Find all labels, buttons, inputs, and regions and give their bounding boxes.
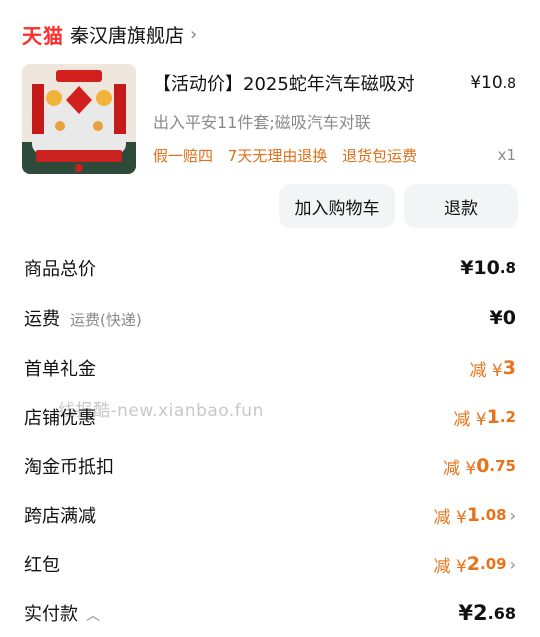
chevron-right-icon[interactable]: › (510, 555, 516, 574)
product-price: ¥10.8 (470, 73, 516, 93)
red-packet-dec: .09 (480, 555, 507, 573)
first-order-value: 减 ¥3 (470, 356, 516, 381)
service-tag-return-shipping: 退货包运费 (342, 147, 418, 165)
paid-label-text: 实付款 (24, 604, 78, 625)
product-price-dec: .8 (502, 76, 516, 92)
shop-discount-prefix: 减 ¥ (453, 409, 487, 430)
add-to-cart-button[interactable]: 加入购物车 (279, 184, 395, 228)
taojinbi-label: 淘金币抵扣 (24, 457, 114, 478)
paid-label[interactable]: 实付款 ︿ (24, 600, 100, 626)
taojinbi-prefix: 减 ¥ (442, 458, 477, 479)
taojinbi-dec: .75 (489, 457, 516, 475)
shipping-label: 运费 运费(快递) (24, 305, 142, 331)
first-order-prefix: 减 ¥ (469, 360, 503, 381)
product-spec: 出入平安11件套;磁吸汽车对联 (153, 113, 371, 132)
taojinbi-value: 减 ¥0.75 (443, 454, 516, 479)
red-packet-row[interactable]: 红包 减 ¥2.09 › (24, 549, 516, 579)
quantity: x1 (497, 146, 516, 164)
refund-button[interactable]: 退款 (404, 184, 518, 228)
first-order-amount: 3 (502, 357, 516, 379)
cross-shop-label: 跨店满减 (24, 506, 96, 527)
red-packet-label: 红包 (24, 555, 60, 576)
goods-total-int: ¥10 (460, 257, 500, 279)
shop-discount-dec: .2 (499, 408, 516, 426)
shipping-label-text: 运费 (24, 309, 60, 330)
red-packet-prefix: 减 ¥ (433, 556, 467, 577)
paid-dec: .68 (487, 603, 516, 623)
product-image-icon (22, 64, 136, 174)
shop-discount-label: 店铺优惠 (24, 408, 96, 429)
cross-shop-value[interactable]: 减 ¥1.08 › (434, 503, 516, 528)
store-header[interactable]: 天猫 秦汉唐旗舰店 › (22, 18, 197, 50)
chevron-right-icon[interactable]: › (190, 24, 197, 45)
service-tag-7day-return: 7天无理由退换 (227, 147, 328, 165)
cross-shop-int: 1 (466, 504, 481, 526)
first-order-label: 首单礼金 (24, 359, 96, 380)
taojinbi-int: 0 (476, 455, 490, 477)
shop-discount-row: 店铺优惠 减 ¥1.2 (24, 402, 516, 432)
shop-discount-value: 减 ¥1.2 (453, 405, 516, 430)
store-name[interactable]: 秦汉唐旗舰店 (70, 21, 184, 48)
goods-total-label: 商品总价 (24, 259, 96, 280)
first-order-row: 首单礼金 减 ¥3 (24, 353, 516, 383)
goods-total-dec: .8 (499, 259, 516, 277)
goods-total-row: 商品总价 ¥10.8 (24, 253, 516, 283)
chevron-right-icon[interactable]: › (510, 506, 516, 525)
shop-discount-int: 1 (486, 406, 500, 428)
red-packet-int: 2 (466, 553, 481, 575)
red-packet-value[interactable]: 减 ¥2.09 › (434, 552, 516, 577)
shipping-amount: ¥0 (489, 307, 516, 329)
paid-row[interactable]: 实付款 ︿ ¥2.68 (24, 598, 516, 628)
tmall-logo: 天猫 (22, 23, 64, 48)
cross-shop-row[interactable]: 跨店满减 减 ¥1.08 › (24, 500, 516, 530)
taojinbi-row: 淘金币抵扣 减 ¥0.75 (24, 451, 516, 481)
service-tag-fake-compensation: 假一赔四 (153, 147, 214, 165)
shipping-value: ¥0 (490, 307, 516, 329)
service-tags: 假一赔四 7天无理由退换 退货包运费 (153, 145, 427, 166)
paid-int: ¥2 (458, 601, 488, 625)
shipping-row: 运费 运费(快递) ¥0 (24, 303, 516, 333)
shipping-method: 运费(快递) (70, 311, 142, 329)
product-thumbnail[interactable] (22, 64, 136, 174)
goods-total-value: ¥10.8 (460, 257, 516, 279)
chevron-up-icon[interactable]: ︿ (86, 608, 100, 624)
cross-shop-prefix: 减 ¥ (433, 507, 467, 528)
cross-shop-dec: .08 (480, 506, 507, 524)
product-price-int: ¥10 (470, 73, 503, 93)
product-title[interactable]: 【活动价】2025蛇年汽车磁吸对 (153, 70, 415, 96)
paid-value: ¥2.68 (458, 601, 516, 625)
